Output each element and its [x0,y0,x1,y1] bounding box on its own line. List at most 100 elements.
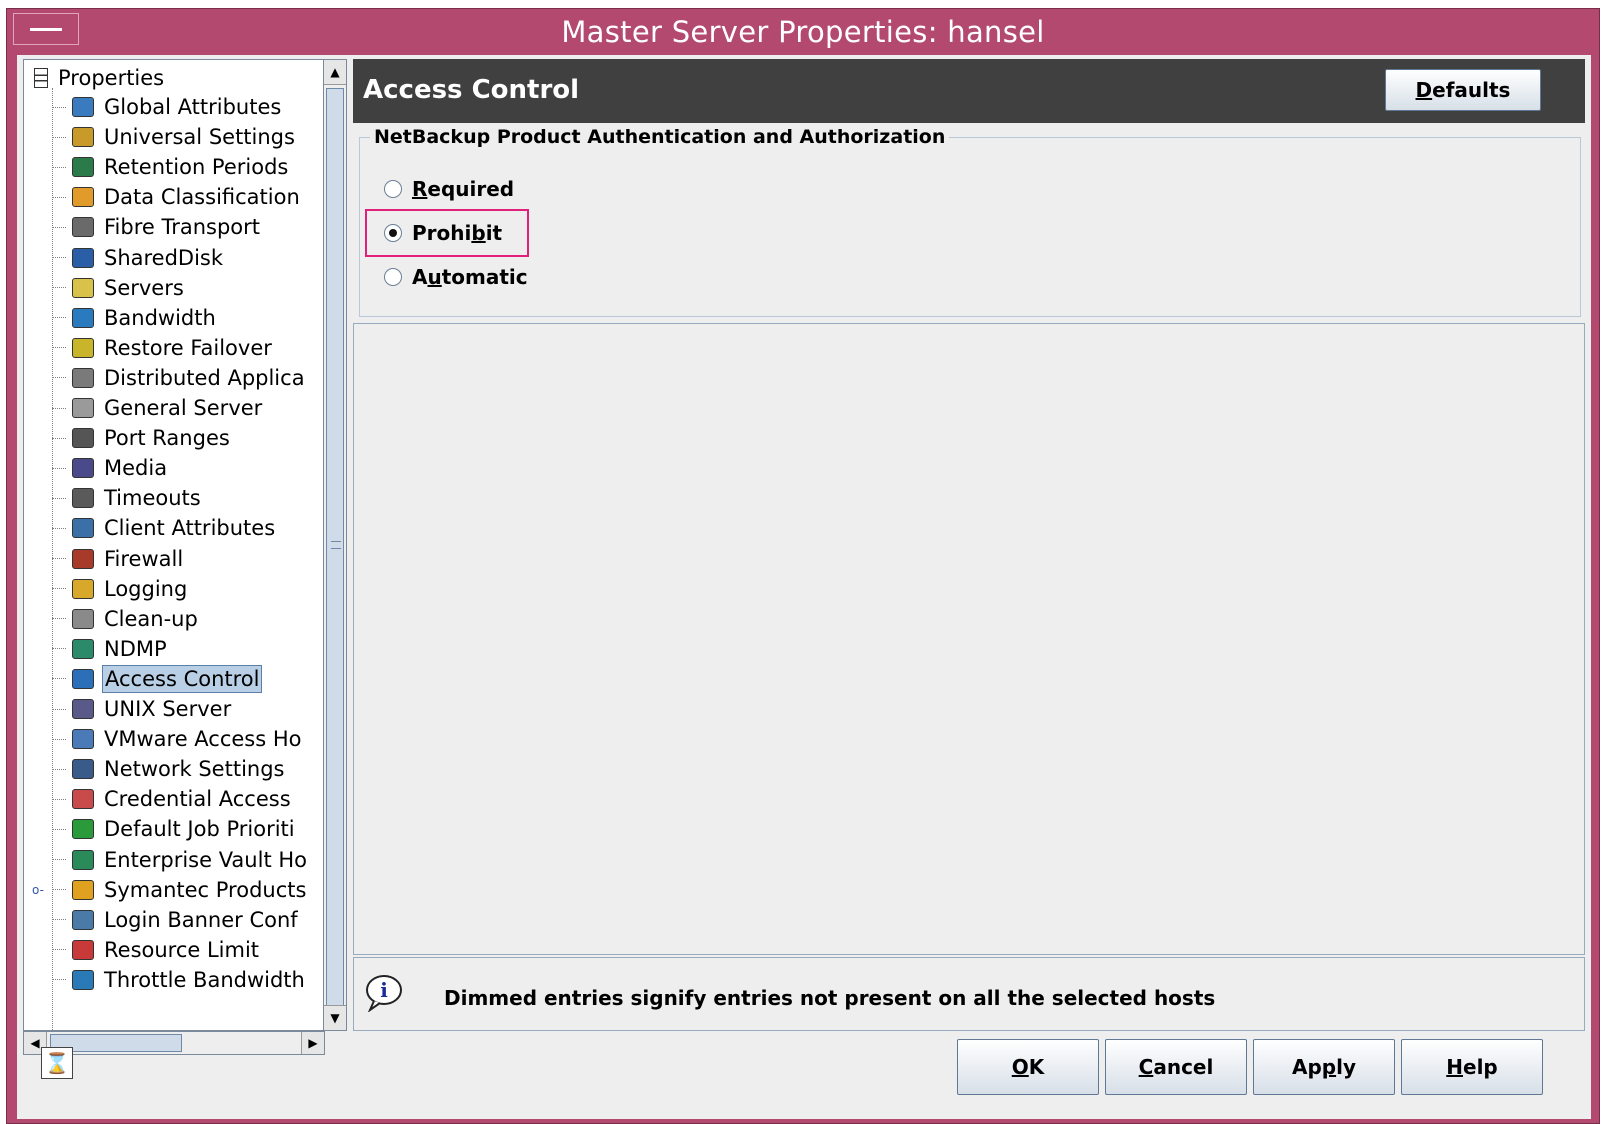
radio-required[interactable]: Required [384,174,514,204]
tree-item-label: Credential Access [104,787,291,812]
scroll-thumb[interactable] [326,88,344,1006]
master-server-properties-window: Master Server Properties: hansel Propert… [6,8,1600,1124]
apply-button[interactable]: Apply [1253,1039,1395,1095]
tree-item-bandwidth[interactable]: Bandwidth [52,303,218,333]
properties-tree[interactable]: Properties Global Attributes Universal Se… [23,59,325,1031]
tree-root-label: Properties [58,66,165,90]
gears-icon [72,127,94,148]
tree-connector [52,678,66,680]
tree-item-unix-server[interactable]: UNIX Server [52,694,233,724]
tree-item-symantec-products[interactable]: o- Symantec Products [32,875,308,905]
ok-button[interactable]: OK [957,1039,1099,1095]
tree-item-label: Media [104,456,168,481]
access-control-icon [72,668,94,689]
radio-circle-icon[interactable] [384,268,402,286]
tree-connector [52,768,66,770]
tree-item-logging[interactable]: Logging [52,574,189,604]
tree-item-data-classification[interactable]: Data Classification [52,182,302,212]
tree-item-port-ranges[interactable]: Port Ranges [52,423,232,453]
firewall-icon [72,548,94,569]
tree-item-timeouts[interactable]: Timeouts [52,483,203,513]
scroll-up-arrow-icon[interactable]: ▲ [324,60,346,85]
tree-item-access-control[interactable]: Access Control [52,664,263,694]
scroll-right-arrow-icon[interactable]: ▶ [301,1032,324,1054]
tree-vertical-scrollbar[interactable]: ▲ ▼ [323,59,347,1031]
tree-item-label: Global Attributes [104,95,282,119]
content-area [353,323,1585,955]
tree-item-label: Login Banner Conf [104,907,298,932]
tree-item-servers[interactable]: Servers [52,273,186,303]
svg-text:i: i [380,978,388,1002]
tree-connector [52,979,66,981]
tree-connector [52,257,66,258]
tree-item-login-banner-conf[interactable]: Login Banner Conf [52,905,300,935]
tree-item-credential-access[interactable]: Credential Access [52,784,293,814]
tree-item-default-job-prioriti[interactable]: Default Job Prioriti [52,814,297,844]
tree-item-retention-periods[interactable]: Retention Periods [52,152,290,182]
defaults-button[interactable]: Defaults [1385,69,1541,111]
ndmp-icon [72,638,94,659]
tree-item-client-attributes[interactable]: Client Attributes [52,513,277,543]
tree-item-enterprise-vault-ho[interactable]: Enterprise Vault Ho [52,845,309,875]
tree-item-label: Restore Failover [104,335,272,360]
title-bar[interactable]: Master Server Properties: hansel [7,9,1599,49]
port-ranges-icon [72,428,94,449]
expand-handle-icon[interactable]: o- [32,883,46,897]
tree-connector [52,106,66,108]
tree-item-label: General Server [104,396,263,420]
tree-item-label: Port Ranges [104,426,230,451]
scroll-down-arrow-icon[interactable]: ▼ [324,1005,346,1030]
scroll-grip-icon [331,541,341,549]
tree-item-label: Resource Limit [104,937,260,962]
cancel-button-label: Cancel [1138,1055,1214,1079]
tree-item-label: Clean-up [104,606,198,631]
tree-connector [52,287,66,289]
radio-automatic[interactable]: Automatic [384,262,528,292]
radio-circle-icon[interactable] [384,180,402,198]
tree-item-fibre-transport[interactable]: Fibre Transport [52,212,262,242]
checkmark-icon [72,879,94,900]
tree-item-universal-settings[interactable]: Universal Settings [52,122,297,152]
tree-item-resource-limit[interactable]: Resource Limit [52,935,261,965]
server-icon [72,277,94,298]
tree-connector [52,347,66,349]
tree-item-global-attributes[interactable]: Global Attributes [52,92,283,122]
tree-item-vmware-access-ho[interactable]: VMware Access Ho [52,724,304,754]
tree-item-label: Timeouts [104,486,201,511]
tree-item-shareddisk[interactable]: SharedDisk [52,243,225,273]
tree-connector [52,527,66,529]
tree-item-network-settings[interactable]: Network Settings [52,754,287,784]
distributed-app-icon [72,367,94,388]
info-message: Dimmed entries signify entries not prese… [444,986,1216,1010]
ok-button-label: OK [1011,1055,1045,1079]
tree-item-label: Throttle Bandwidth [104,967,305,992]
resource-limit-icon [72,939,94,960]
tree-item-firewall[interactable]: Firewall [52,544,185,574]
data-classification-icon [72,187,94,208]
cancel-button[interactable]: Cancel [1105,1039,1247,1095]
cleanup-icon [72,608,94,629]
bandwidth-icon [72,307,94,328]
tree-item-ndmp[interactable]: NDMP [52,634,169,664]
group-title: NetBackup Product Authentication and Aut… [370,126,950,148]
help-button[interactable]: Help [1401,1039,1543,1095]
shared-disk-icon [72,247,94,268]
tree-item-distributed-applica[interactable]: Distributed Applica [52,363,307,393]
tree-item-general-server[interactable]: General Server [52,393,264,423]
tree-item-restore-failover[interactable]: Restore Failover [52,333,274,363]
tree-item-throttle-bandwidth[interactable]: Throttle Bandwidth [52,965,307,995]
tree-item-clean-up[interactable]: Clean-up [52,604,200,634]
tree-connector [52,467,66,469]
timeout-clock-icon [72,488,94,509]
tree-connector [52,798,66,800]
tree-connector [52,196,66,198]
tree-item-label: NDMP [104,636,167,661]
hourglass-icon: ⌛ [41,1047,73,1079]
tree-item-label: Enterprise Vault Ho [104,847,307,872]
tree-item-media[interactable]: Media [52,453,169,483]
tree-item-label: Logging [104,576,188,601]
tree-item-label: Servers [104,275,184,300]
tree-item-label: Distributed Applica [104,365,305,390]
calendar-clock-icon [72,157,94,178]
tree-root-properties[interactable]: Properties [34,64,164,92]
